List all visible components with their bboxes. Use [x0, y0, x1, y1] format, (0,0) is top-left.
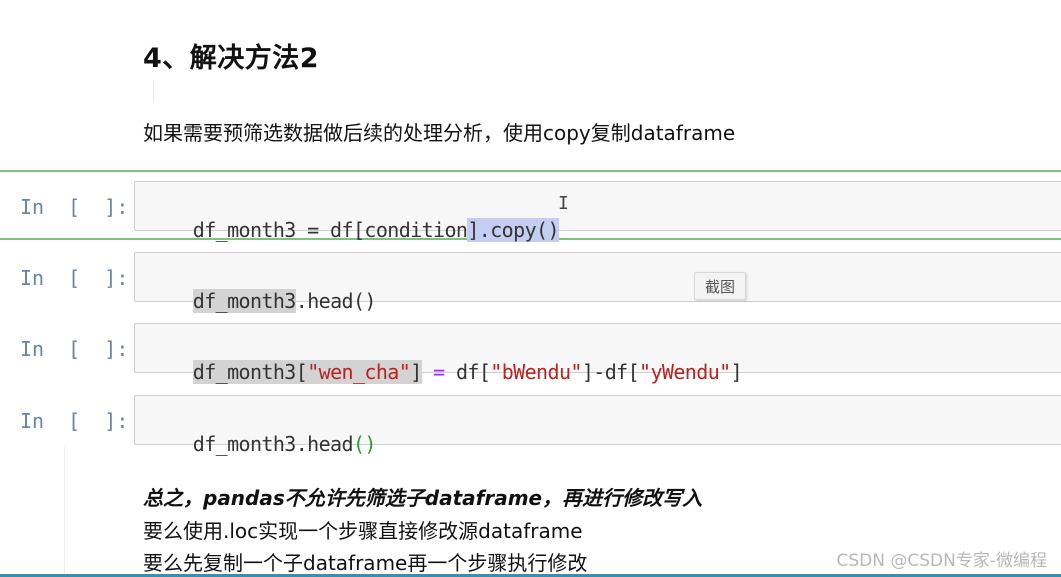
cell-4-code-parens: () — [352, 432, 376, 456]
summary-line-2: 要么使用.loc实现一个步骤直接修改源dataframe — [143, 519, 583, 543]
cell-4-prompt: In [ ]: — [20, 409, 129, 433]
cell-2-code-rest: .head() — [295, 289, 377, 313]
cell-1-code-selected: ].copy() — [467, 218, 559, 242]
cell-1-prompt: In [ ]: — [20, 195, 129, 219]
cell-2-code-var: df_month3 — [192, 289, 296, 313]
cell-3-string-bwendu: "bWendu" — [490, 360, 582, 384]
cell-2-code-input[interactable]: df_month3.head() — [134, 252, 1061, 313]
cell-3-string-wen-cha: "wen_cha" — [307, 360, 411, 384]
cell-3-code-var: df_month3 — [192, 360, 297, 384]
cell-3-end: ] — [730, 360, 743, 384]
text-cursor-icon: I — [558, 193, 569, 214]
cell-3-prompt: In [ ]: — [20, 337, 129, 361]
cell-2-prompt: In [ ]: — [20, 266, 129, 290]
cell-3-assign: = — [421, 360, 456, 384]
cell-3-minus: ]-df[ — [581, 360, 640, 384]
screenshot-tooltip: 截图 — [694, 272, 746, 300]
cell-3-code-input[interactable]: df_month3["wen_cha"] = df["bWendu"]-df["… — [134, 323, 1061, 384]
cell-4-code-a: df_month3.head — [192, 432, 354, 456]
markdown-heading: 4、解决方法2 — [143, 43, 320, 74]
csdn-watermark: CSDN @CSDN专家-微编程 — [836, 551, 1047, 571]
cell-1-code-a: df_month3 = df[condition — [192, 218, 468, 242]
cell-3-string-ywendu: "yWendu" — [639, 360, 731, 384]
summary-line-3: 要么先复制一个子dataframe再一个步骤执行修改 — [143, 551, 588, 575]
summary-divider — [64, 447, 65, 577]
cell-4-code-input[interactable]: df_month3.head() — [134, 395, 1061, 456]
cell-3-df1: df[ — [455, 360, 491, 384]
cell-3-bracket-open: [ — [295, 360, 308, 384]
summary-line-1: 总之，pandas不允许先筛选子dataframe，再进行修改写入 — [143, 486, 703, 510]
markdown-divider — [153, 80, 154, 102]
cell-3-bracket-close: ] — [410, 360, 422, 384]
cell-1-code-input[interactable]: df_month3 = df[condition].copy() — [134, 181, 1061, 242]
markdown-paragraph: 如果需要预筛选数据做后续的处理分析，使用copy复制dataframe — [143, 121, 736, 145]
